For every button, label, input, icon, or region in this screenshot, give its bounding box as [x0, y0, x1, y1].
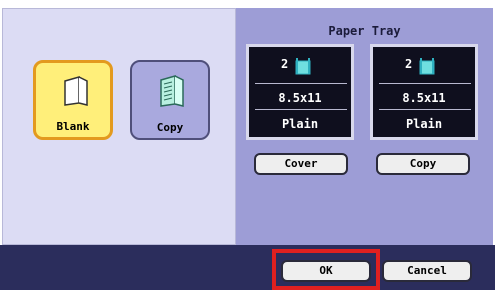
paper-tray-screen: Blank Copy Paper Tray 2 8.5x11 Plain 2 8…	[0, 0, 495, 290]
tray-display-copy: 2 8.5x11 Plain	[370, 44, 478, 140]
copy-option-label: Copy	[156, 121, 184, 134]
tray-divider	[255, 83, 347, 84]
copy-option-tile[interactable]: Copy	[130, 60, 210, 140]
tray-number: 2	[405, 57, 413, 71]
tray-paper-size: 8.5x11	[278, 91, 322, 105]
tray-display-cover: 2 8.5x11 Plain	[246, 44, 354, 140]
ok-button-highlight	[272, 249, 380, 290]
copy-tray-button[interactable]: Copy	[376, 153, 470, 175]
tray-paper-size: 8.5x11	[402, 91, 446, 105]
tray-divider	[255, 109, 347, 110]
blank-sheet-icon	[64, 76, 88, 106]
paper-tray-icon	[295, 58, 311, 75]
cover-tray-button[interactable]: Cover	[254, 153, 348, 175]
blank-option-label: Blank	[56, 120, 90, 133]
paper-tray-icon	[419, 58, 435, 75]
tray-paper-type: Plain	[405, 117, 443, 131]
paper-tray-title: Paper Tray	[328, 24, 401, 38]
tray-divider	[379, 109, 471, 110]
copied-sheet-icon	[160, 75, 184, 107]
blank-option-tile[interactable]: Blank	[33, 60, 113, 140]
tray-divider	[379, 83, 471, 84]
cancel-button[interactable]: Cancel	[382, 260, 472, 282]
tray-paper-type: Plain	[281, 117, 319, 131]
tray-number: 2	[281, 57, 289, 71]
